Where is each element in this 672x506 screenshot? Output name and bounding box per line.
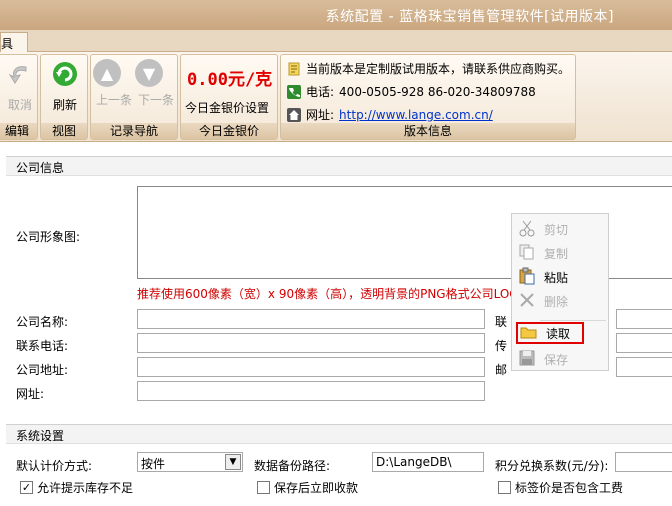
pricing-method-label: 默认计价方式: [16, 459, 93, 473]
note-icon [287, 62, 301, 76]
group-label-edit: 编辑 [0, 123, 37, 139]
folder-open-icon [520, 323, 538, 344]
window-title: 系统配置 - 蓝格珠宝销售管理软件[试用版本] [325, 9, 614, 25]
company-phone-input[interactable] [137, 333, 485, 353]
menu-item-cut[interactable]: 剪切 [516, 218, 606, 240]
group-view: 刷新 视图 [40, 54, 88, 140]
website-input[interactable] [137, 381, 485, 401]
home-icon [287, 107, 301, 122]
version-notice-text: 当前版本是定制版试用版本，请联系供应商购买。 [306, 62, 571, 76]
arrow-up-icon: ▲ [93, 59, 135, 87]
email-label: 邮 [495, 363, 508, 377]
menu-item-copy-label: 复制 [544, 246, 569, 261]
next-record-label: 下一条 [137, 93, 174, 107]
collect-after-save-checkbox[interactable]: 保存后立即收款 [257, 479, 358, 496]
fax-label: 传 [495, 339, 508, 353]
menu-separator [540, 320, 606, 321]
group-version-info: 当前版本是定制版试用版本，请联系供应商购买。 电话: 400-0505-928 … [280, 54, 576, 140]
tag-price-checkbox[interactable]: 标签价是否包含工费 [498, 479, 623, 496]
refresh-label: 刷新 [52, 98, 77, 112]
undo-label: 取消 [7, 98, 32, 112]
scissors-icon [518, 219, 536, 240]
undo-button[interactable]: 取消 [3, 59, 37, 113]
ribbon-tab-row: 具 [0, 30, 672, 52]
prev-record-label: 上一条 [95, 93, 132, 107]
phone-label: 电话: [306, 85, 335, 99]
company-phone-label: 联系电话: [16, 339, 69, 353]
next-record-button[interactable]: ▼ 下一条 [135, 59, 177, 108]
company-name-input[interactable] [137, 309, 485, 329]
undo-icon [3, 59, 37, 92]
email-input[interactable] [616, 357, 672, 377]
pricing-method-value: 按件 [141, 457, 166, 471]
group-label-view: 视图 [41, 123, 87, 139]
system-section-title: 系统设置 [6, 424, 672, 444]
company-address-label: 公司地址: [16, 363, 69, 377]
logo-hint: 推荐使用600像素（宽）x 90像素（高），透明背景的PNG格式公司LOGO [137, 287, 529, 301]
chevron-down-icon[interactable]: ▼ [225, 454, 241, 470]
points-ratio-label: 积分兑换系数(元/分): [495, 459, 609, 473]
menu-item-save-label: 保存 [544, 352, 569, 367]
refresh-icon [45, 59, 85, 92]
backup-path-label: 数据备份路径: [254, 459, 331, 473]
points-ratio-input[interactable] [615, 452, 672, 472]
company-name-label: 公司名称: [16, 315, 69, 329]
group-edit: 取消 编辑 [0, 54, 38, 140]
fax-input[interactable] [616, 333, 672, 353]
group-label-nav: 记录导航 [91, 123, 177, 139]
refresh-button[interactable]: 刷新 [45, 59, 85, 113]
pricing-method-select[interactable]: 按件 ▼ [137, 452, 243, 472]
contact-input[interactable] [616, 309, 672, 329]
allow-stock-checkbox-box[interactable]: ✓ [20, 481, 33, 494]
menu-item-paste-label: 粘贴 [544, 270, 569, 285]
prev-record-button[interactable]: ▲ 上一条 [93, 59, 135, 108]
allow-stock-checkbox[interactable]: ✓ 允许提示库存不足 [20, 479, 133, 496]
website-label: 网址: [306, 108, 335, 122]
allow-stock-label: 允许提示库存不足 [37, 481, 134, 495]
context-menu: 剪切 复制 粘贴 删除 读取 保存 [511, 213, 609, 371]
tag-price-checkbox-box[interactable] [498, 481, 511, 494]
group-record-nav: ▲ 上一条 ▼ 下一条 记录导航 [90, 54, 178, 140]
menu-item-paste[interactable]: 粘贴 [516, 266, 606, 288]
menu-item-delete-label: 删除 [544, 294, 569, 309]
tag-price-label: 标签价是否包含工费 [515, 481, 624, 495]
gold-price-settings-button[interactable]: 今日金银价设置 [185, 99, 269, 116]
gold-price-value: 0.00元/克 [187, 70, 273, 90]
arrow-down-icon: ▼ [135, 59, 177, 87]
paste-icon [518, 267, 536, 288]
tab-tools[interactable]: 具 [0, 32, 28, 52]
title-bar: 系统配置 - 蓝格珠宝销售管理软件[试用版本] [0, 0, 672, 30]
copy-icon [518, 243, 536, 264]
group-label-gold: 今日金银价 [181, 123, 277, 139]
collect-after-save-label: 保存后立即收款 [274, 481, 359, 495]
menu-item-cut-label: 剪切 [544, 222, 569, 237]
website-link[interactable]: http://www.lange.com.cn/ [339, 108, 493, 122]
logo-label: 公司形象图: [16, 230, 81, 244]
contact-label: 联 [495, 315, 508, 329]
menu-item-delete[interactable]: 删除 [516, 290, 606, 312]
version-notice: 当前版本是定制版试用版本，请联系供应商购买。 [287, 60, 570, 77]
collect-after-save-checkbox-box[interactable] [257, 481, 270, 494]
menu-item-save[interactable]: 保存 [516, 348, 606, 370]
save-disk-icon [518, 349, 536, 370]
company-address-input[interactable] [137, 357, 485, 377]
company-section-title: 公司信息 [6, 156, 672, 176]
group-gold-price: 0.00元/克 今日金银价设置 今日金银价 [180, 54, 278, 140]
version-website: 网址: http://www.lange.com.cn/ [287, 106, 493, 123]
menu-item-load-label: 读取 [546, 326, 571, 341]
backup-path-input[interactable]: D:\LangeDB\ [372, 452, 484, 472]
group-label-version: 版本信息 [281, 123, 575, 139]
version-phone: 电话: 400-0505-928 86-020-34809788 [287, 83, 536, 100]
phone-icon [287, 84, 301, 99]
menu-item-copy[interactable]: 复制 [516, 242, 606, 264]
website-field-label: 网址: [16, 387, 45, 401]
ribbon: 取消 编辑 刷新 视图 ▲ 上一条 ▼ 下一条 记录导航 0.00元/克 今日金… [0, 52, 672, 142]
menu-item-load[interactable]: 读取 [516, 322, 584, 344]
phone-value: 400-0505-928 86-020-34809788 [339, 84, 536, 99]
delete-x-icon [518, 291, 536, 312]
